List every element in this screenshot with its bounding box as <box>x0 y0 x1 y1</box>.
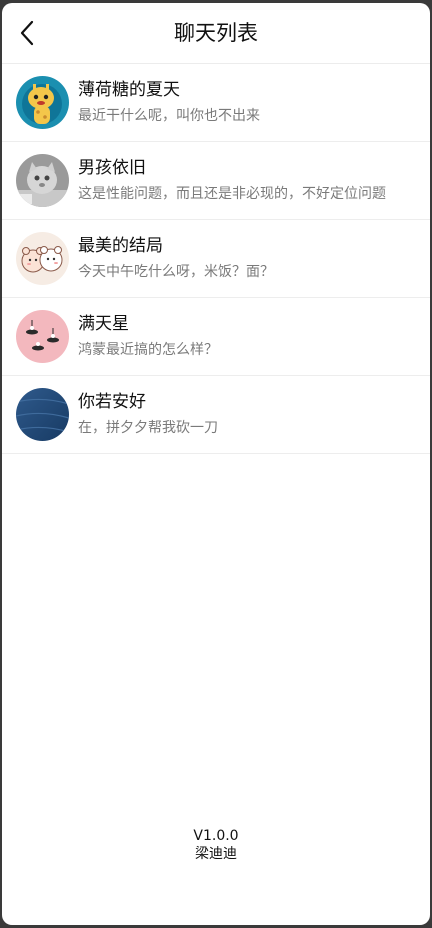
page-title: 聊天列表 <box>174 21 258 45</box>
chat-list: 薄荷糖的夏天 最近干什么呢，叫你也不出来 男孩依旧 这是性能问题，而且还是非必现 <box>2 64 430 454</box>
avatar <box>16 154 69 207</box>
contact-name: 男孩依旧 <box>78 158 146 178</box>
app-screen: 聊天列表 薄荷糖的夏天 最近干什么呢，叫你也不出来 男孩依旧 这是性能问题，而且… <box>2 3 430 925</box>
chat-list-item[interactable]: 你若安好 在，拼夕夕帮我砍一刀 <box>2 376 430 454</box>
contact-name: 你若安好 <box>78 392 146 412</box>
last-message: 鸿蒙最近搞的怎么样？ <box>78 342 218 358</box>
chevron-left-icon <box>20 20 34 46</box>
last-message: 今天中午吃什么呀，米饭？面？ <box>78 264 274 280</box>
chat-list-item[interactable]: 薄荷糖的夏天 最近干什么呢，叫你也不出来 <box>2 64 430 142</box>
avatar <box>16 232 69 285</box>
author-label: 梁迪迪 <box>195 846 237 862</box>
back-button[interactable] <box>12 17 44 49</box>
chat-list-item[interactable]: 男孩依旧 这是性能问题，而且还是非必现的，不好定位问题 <box>2 142 430 220</box>
avatar <box>16 310 69 363</box>
chat-list-item[interactable]: 最美的结局 今天中午吃什么呀，米饭？面？ <box>2 220 430 298</box>
contact-name: 薄荷糖的夏天 <box>78 80 180 100</box>
last-message: 最近干什么呢，叫你也不出来 <box>78 108 260 124</box>
contact-name: 满天星 <box>78 314 129 334</box>
top-bar: 聊天列表 <box>2 3 430 64</box>
last-message: 在，拼夕夕帮我砍一刀 <box>78 420 218 436</box>
avatar <box>16 76 69 129</box>
version-label: V1.0.0 <box>193 828 239 844</box>
app-footer: V1.0.0 梁迪迪 <box>2 827 430 863</box>
chat-list-item[interactable]: 满天星 鸿蒙最近搞的怎么样？ <box>2 298 430 376</box>
last-message: 这是性能问题，而且还是非必现的，不好定位问题 <box>78 186 386 202</box>
avatar <box>16 388 69 441</box>
contact-name: 最美的结局 <box>78 236 163 256</box>
